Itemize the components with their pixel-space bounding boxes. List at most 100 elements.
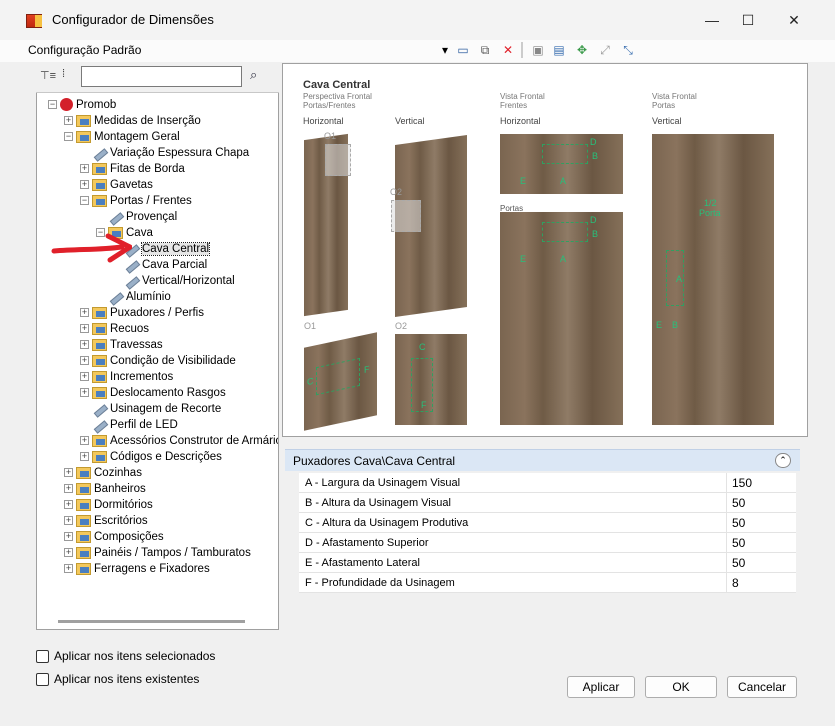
expand-toggle-icon[interactable]: + [80,308,89,318]
apply-selected-option[interactable]: Aplicar nos itens selecionados [36,649,215,664]
tree-node[interactable]: + Banheiros [64,481,146,497]
column-divider [726,533,727,553]
expand-toggle-icon[interactable]: + [80,340,89,350]
config-name[interactable]: Configuração Padrão [28,43,141,57]
tree-node-label: Travessas [110,339,163,351]
expand-toggle-icon[interactable]: + [80,452,89,462]
property-value[interactable]: 50 [732,556,745,570]
close-button[interactable]: ✕ [772,6,816,34]
tree-node[interactable]: Variação Espessura Chapa [80,145,249,161]
property-value[interactable]: 8 [732,576,739,590]
expand-toggle-icon[interactable]: − [80,196,89,206]
maximize-button[interactable]: ☐ [726,6,770,34]
expand-toggle-icon[interactable]: + [64,532,73,542]
tree-node[interactable]: Vertical/Horizontal [112,273,235,289]
expand-toggle-icon[interactable]: + [64,516,73,526]
tree-node[interactable]: + Travessas [80,337,163,353]
tree-collapse-icon[interactable]: ⁞ [62,68,65,80]
tree-node[interactable]: + Ferragens e Fixadores [64,561,210,577]
cancel-button[interactable]: Cancelar [727,676,797,698]
detail-o2: C F [395,334,467,425]
tree-node[interactable]: Provençal [96,209,177,225]
tree-node[interactable]: + Dormitórios [64,497,153,513]
expand-toggle-icon[interactable]: + [80,324,89,334]
tree-node[interactable]: Alumínio [96,289,171,305]
unlink-icon[interactable]: ⤡ [620,42,636,58]
expand-toggle-icon[interactable]: + [80,180,89,190]
dim-e-label: E [520,176,527,186]
expand-toggle-icon[interactable]: + [64,500,73,510]
tree-node[interactable]: + Gavetas [80,177,153,193]
dim-d-label-2: D [590,215,597,225]
property-value[interactable]: 50 [732,496,745,510]
tree-node[interactable]: + Incrementos [80,369,173,385]
tree-node-label: Cava Central [140,242,211,256]
copy-icon[interactable]: ⧉ [477,42,493,58]
tree-node[interactable]: + Medidas de Inserção [64,113,201,129]
dim-b-label: B [592,151,599,161]
expand-toggle-icon[interactable]: − [64,132,73,142]
expand-toggle-icon[interactable]: − [48,100,57,110]
expand-toggle-icon[interactable]: + [64,484,73,494]
link-icon[interactable]: ⤢ [597,42,613,58]
property-value[interactable]: 150 [732,476,752,490]
tree-view: − Promob + Medidas de Inserção − Montagem Ger… [48,97,278,597]
settings-icon[interactable]: ✥ [574,42,590,58]
apply-existing-checkbox[interactable] [36,673,49,687]
folder-icon [92,162,107,175]
ok-button[interactable]: OK [645,676,717,698]
tree-node[interactable]: + Painéis / Tampos / Tamburatos [64,545,251,561]
expand-toggle-icon[interactable]: + [80,372,89,382]
delete-icon[interactable]: ✕ [500,42,516,58]
tree-node[interactable]: + Deslocamento Rasgos [80,385,226,401]
expand-toggle-icon[interactable]: + [80,388,89,398]
property-row[interactable]: B - Altura da Usinagem Visual 50 [299,493,796,513]
expand-toggle-icon[interactable]: + [64,548,73,558]
tree-node[interactable]: + Códigos e Descrições [80,449,222,465]
save-as-icon[interactable]: ▤ [551,42,567,58]
tree-node[interactable]: Perfil de LED [80,417,178,433]
window-title: Configurador de Dimensões [52,12,214,27]
tree-node-label: Puxadores / Perfis [110,307,204,319]
tree-expand-icon[interactable]: ⊤≡ [40,69,56,82]
collapse-icon[interactable]: ⌃ [775,453,791,468]
property-value[interactable]: 50 [732,536,745,550]
tree-node[interactable]: + Recuos [80,321,149,337]
tree-node[interactable]: Usinagem de Recorte [80,401,221,417]
property-value[interactable]: 50 [732,516,745,530]
tree-node[interactable]: + Condição de Visibilidade [80,353,236,369]
expand-toggle-icon[interactable]: + [64,116,73,126]
property-label: D - Afastamento Superior [305,537,429,549]
expand-toggle-icon[interactable]: + [80,436,89,446]
dim-e-label-2: E [520,254,527,264]
tree-node[interactable]: + Escritórios [64,513,148,529]
apply-button[interactable]: Aplicar [567,676,635,698]
expand-toggle-icon[interactable]: + [80,164,89,174]
edit-icon[interactable]: ▭ [455,42,471,58]
property-row[interactable]: F - Profundidade da Usinagem 8 [299,573,796,593]
tree-scrollbar[interactable] [58,620,245,623]
dropdown-arrow-icon[interactable]: ▾ [440,42,450,58]
property-row[interactable]: A - Largura da Usinagem Visual 150 [299,473,796,493]
apply-selected-checkbox[interactable] [36,650,49,664]
tree-node[interactable]: + Fitas de Borda [80,161,185,177]
tree-node[interactable]: − Promob [48,97,116,113]
tree-node[interactable]: − Portas / Frentes [80,193,192,209]
save-icon[interactable]: ▣ [530,42,546,58]
expand-toggle-icon[interactable]: + [64,564,73,574]
expand-toggle-icon[interactable]: + [80,356,89,366]
tree-node[interactable]: + Puxadores / Perfis [80,305,204,321]
tree-node[interactable]: − Montagem Geral [64,129,180,145]
property-row[interactable]: D - Afastamento Superior 50 [299,533,796,553]
binoculars-icon[interactable]: ⌕ [250,67,257,83]
tree-node[interactable]: + Composições [64,529,164,545]
expand-toggle-icon[interactable]: + [64,468,73,478]
apply-existing-option[interactable]: Aplicar nos itens existentes [36,672,199,687]
property-row[interactable]: C - Altura da Usinagem Produtiva 50 [299,513,796,533]
column-divider [726,573,727,593]
tree-node-label: Medidas de Inserção [94,115,201,127]
tree-node[interactable]: + Cozinhas [64,465,142,481]
tree-node[interactable]: + Acessórios Construtor de Armário [80,433,278,449]
property-row[interactable]: E - Afastamento Lateral 50 [299,553,796,573]
tree-search-input[interactable] [81,66,242,87]
